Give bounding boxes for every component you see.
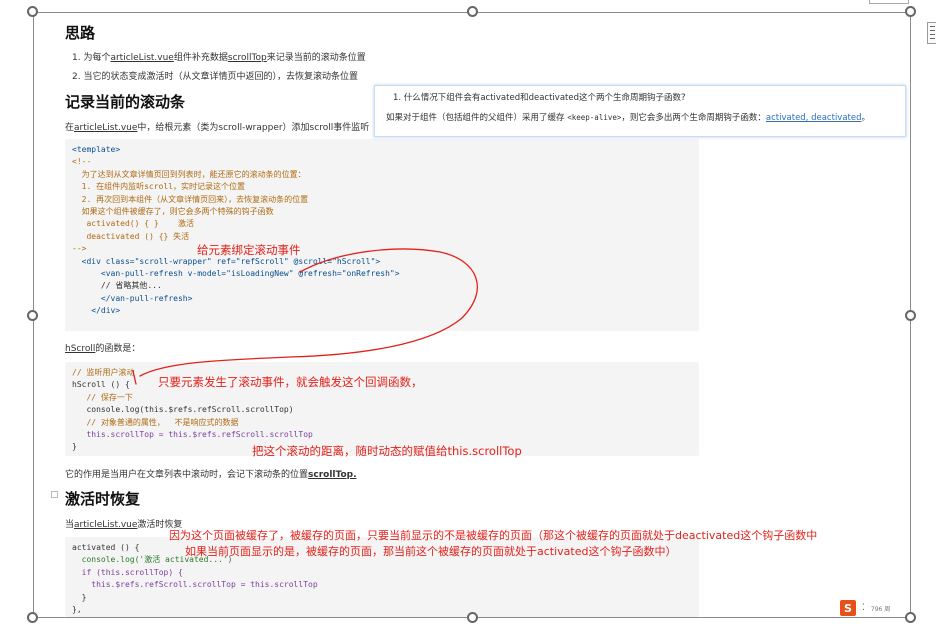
status-widget: S ⁚ 796 周 — [840, 599, 890, 617]
resize-handle-top-left[interactable] — [27, 6, 38, 17]
resize-handle-top[interactable] — [467, 6, 478, 17]
more-dots-icon[interactable]: ⁚ — [862, 603, 865, 613]
resize-handle-top-right[interactable] — [905, 6, 916, 17]
page-indicator: 796 周 — [870, 605, 891, 613]
document-canvas: 思路 1. 为每个articleList.vue组件补充数据scrollTop来… — [0, 0, 936, 634]
resize-handle-bottom-left[interactable] — [27, 612, 38, 623]
resize-handle-left[interactable] — [27, 310, 38, 321]
resize-handle-right[interactable] — [905, 310, 916, 321]
resize-handle-bottom[interactable] — [467, 612, 478, 623]
top-edge-tab — [869, 0, 909, 4]
page-frame — [33, 12, 911, 618]
input-method-icon[interactable]: S — [840, 600, 856, 616]
resize-handle-bottom-right[interactable] — [905, 612, 916, 623]
outline-panel-icon[interactable] — [927, 22, 936, 44]
